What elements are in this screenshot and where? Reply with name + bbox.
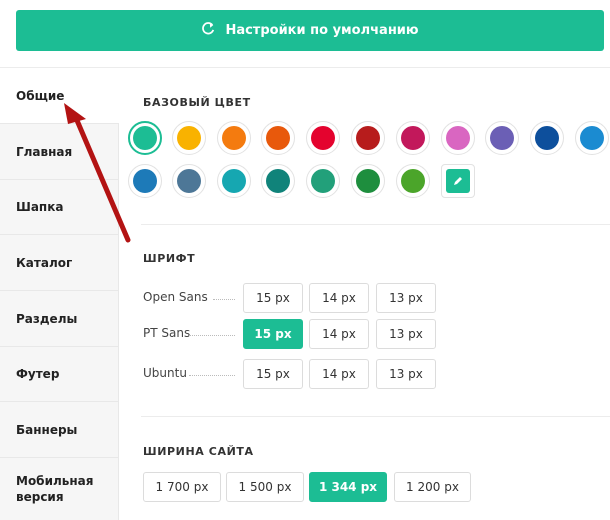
reset-defaults-label: Настройки по умолчанию — [225, 23, 419, 38]
color-swatch[interactable] — [575, 121, 609, 155]
font-size-option[interactable]: 13 px — [376, 283, 436, 313]
color-dot — [356, 169, 380, 193]
font-size-option[interactable]: 14 px — [309, 359, 369, 389]
site-width-option[interactable]: 1 200 px — [394, 472, 471, 502]
font-size-option[interactable]: 14 px — [309, 319, 369, 349]
refresh-icon — [201, 21, 215, 40]
color-dot — [356, 126, 380, 150]
color-swatch[interactable] — [396, 121, 430, 155]
reset-defaults-button[interactable]: Настройки по умолчанию — [16, 10, 604, 51]
settings-content: БАЗОВЫЙ ЦВЕТ ШРИФТ Open Sans 15 px 14 px 13… — [119, 68, 610, 520]
sidebar-item-main[interactable]: Главная — [0, 124, 119, 180]
sidebar-item-sections[interactable]: Разделы — [0, 291, 119, 347]
font-size-option[interactable]: 15 px — [243, 359, 303, 389]
font-name-label: Ubuntu — [143, 366, 187, 380]
color-swatch[interactable] — [261, 164, 295, 198]
sidebar-item-label: Футер — [16, 367, 60, 381]
site-width-option[interactable]: 1 700 px — [143, 472, 221, 502]
sidebar-item-label: Баннеры — [16, 422, 78, 437]
sidebar-item-general[interactable]: Общие — [0, 68, 119, 124]
color-swatch[interactable] — [351, 121, 385, 155]
color-dot — [401, 169, 425, 193]
color-swatch[interactable] — [306, 121, 340, 155]
color-dot — [222, 126, 246, 150]
color-dot — [222, 169, 246, 193]
sidebar-item-label: Главная — [16, 144, 73, 159]
font-size-option[interactable]: 13 px — [376, 359, 436, 389]
font-size-option[interactable]: 14 px — [309, 283, 369, 313]
color-swatch[interactable] — [172, 164, 206, 198]
color-swatch[interactable] — [128, 164, 162, 198]
color-dot — [133, 126, 157, 150]
dotted-leader — [213, 299, 235, 300]
site-width-option[interactable]: 1 500 px — [226, 472, 304, 502]
font-name-label: PT Sans — [143, 326, 191, 340]
dotted-leader — [189, 375, 235, 376]
sidebar-item-banners[interactable]: Баннеры — [0, 402, 119, 458]
base-color-title: БАЗОВЫЙ ЦВЕТ — [143, 96, 251, 109]
color-swatch[interactable] — [306, 164, 340, 198]
sidebar-item-label: Мобильная версия — [16, 474, 94, 504]
color-swatch[interactable] — [128, 121, 162, 155]
pencil-icon — [446, 169, 470, 193]
color-swatch[interactable] — [217, 164, 251, 198]
custom-color-button[interactable] — [441, 164, 475, 198]
divider — [141, 224, 610, 225]
color-swatch[interactable] — [396, 164, 430, 198]
color-dot — [446, 126, 470, 150]
color-dot — [580, 126, 604, 150]
sidebar-item-label: Шапка — [16, 200, 64, 214]
sidebar-item-label: Каталог — [16, 255, 73, 270]
color-dot — [311, 169, 335, 193]
color-dot — [177, 169, 201, 193]
color-swatch[interactable] — [261, 121, 295, 155]
color-dot — [266, 169, 290, 193]
color-swatch[interactable] — [172, 121, 206, 155]
color-dot — [535, 126, 559, 150]
color-swatch[interactable] — [351, 164, 385, 198]
sidebar: Общие Главная Шапка Каталог Разделы Футе… — [0, 68, 119, 520]
sidebar-item-label: Разделы — [16, 311, 78, 326]
color-dot — [133, 169, 157, 193]
divider — [141, 416, 610, 417]
site-width-option[interactable]: 1 344 px — [309, 472, 387, 502]
settings-panel: Настройки по умолчанию Общие Главная Шап… — [0, 0, 610, 520]
color-swatch[interactable] — [441, 121, 475, 155]
color-dot — [490, 126, 514, 150]
color-swatch[interactable] — [530, 121, 564, 155]
font-title: ШРИФТ — [143, 252, 196, 265]
color-dot — [311, 126, 335, 150]
dotted-leader — [189, 335, 235, 336]
font-size-option[interactable]: 15 px — [243, 319, 303, 349]
site-width-title: ШИРИНА САЙТА — [143, 445, 254, 458]
font-name-label: Open Sans — [143, 290, 208, 304]
color-dot — [177, 126, 201, 150]
color-dot — [401, 126, 425, 150]
font-size-option[interactable]: 15 px — [243, 283, 303, 313]
sidebar-item-mobile[interactable]: Мобильная версия — [0, 458, 119, 520]
sidebar-item-footer[interactable]: Футер — [0, 347, 119, 402]
color-dot — [266, 126, 290, 150]
font-size-option[interactable]: 13 px — [376, 319, 436, 349]
sidebar-item-header[interactable]: Шапка — [0, 180, 119, 235]
color-swatch[interactable] — [485, 121, 519, 155]
color-swatch[interactable] — [217, 121, 251, 155]
sidebar-item-catalog[interactable]: Каталог — [0, 235, 119, 291]
sidebar-item-label: Общие — [16, 88, 65, 103]
